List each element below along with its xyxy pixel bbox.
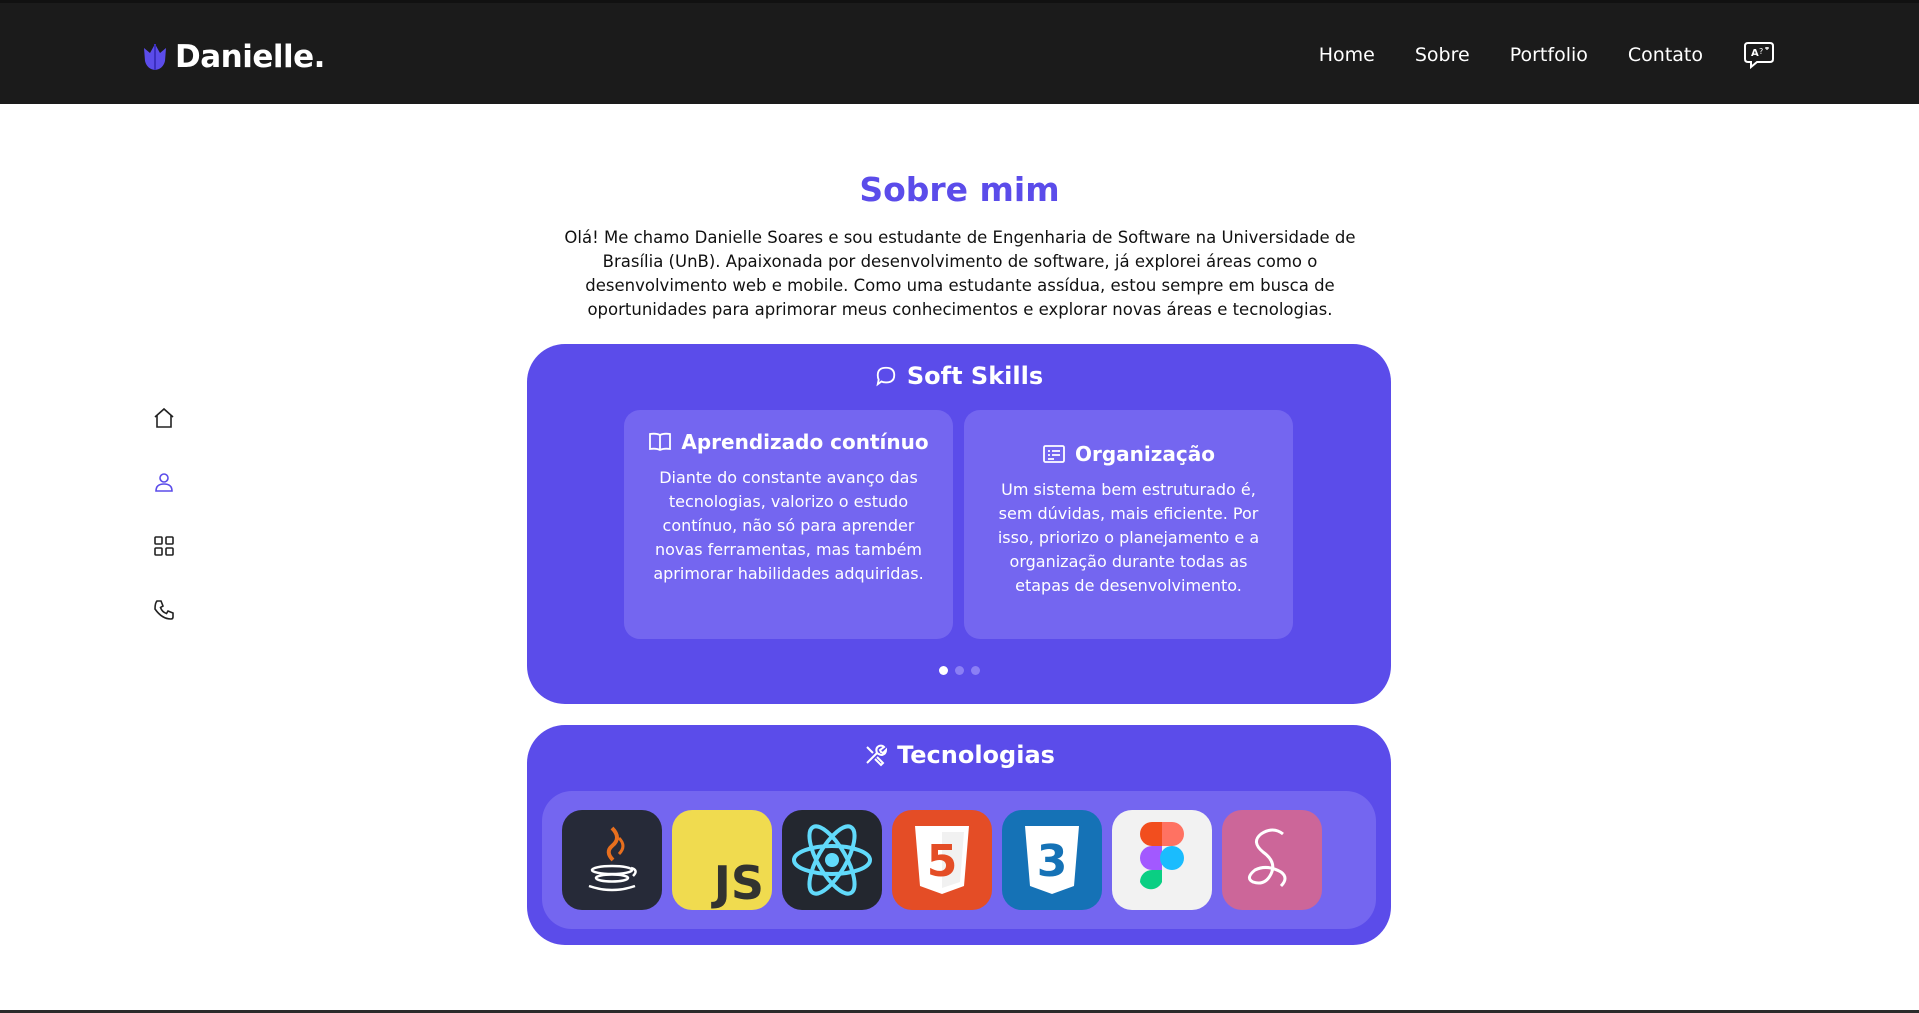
skill-card-title: Organização xyxy=(1075,442,1215,466)
technologies-card: Tecnologias JS 5 3 xyxy=(527,725,1391,945)
nav-contato[interactable]: Contato xyxy=(1628,44,1703,66)
brand-name: Danielle. xyxy=(175,39,325,75)
book-icon xyxy=(649,432,672,452)
javascript-icon-text: JS xyxy=(713,856,764,910)
side-nav-home[interactable] xyxy=(150,404,178,432)
page-title: Sobre mim xyxy=(859,170,1060,209)
carousel-dot[interactable] xyxy=(938,666,948,675)
html5-icon: 5 xyxy=(892,810,992,910)
figma-icon xyxy=(1112,810,1212,910)
javascript-icon: JS xyxy=(672,810,772,910)
side-nav-contact[interactable] xyxy=(150,596,178,624)
sass-icon xyxy=(1222,810,1322,910)
user-icon xyxy=(155,473,173,492)
chat-bubble-icon xyxy=(876,366,896,387)
side-nav xyxy=(150,404,178,624)
soft-skills-card: Soft Skills Aprendizado contínuo Diante … xyxy=(527,344,1391,704)
java-icon xyxy=(562,810,662,910)
list-card-icon xyxy=(1043,445,1065,463)
home-icon xyxy=(154,407,174,428)
skill-card-body: Um sistema bem estruturado é, sem dúvida… xyxy=(997,480,1260,595)
nav-home[interactable]: Home xyxy=(1319,44,1375,66)
svg-text:?: ? xyxy=(1759,47,1763,56)
nav-sobre[interactable]: Sobre xyxy=(1415,44,1470,66)
skill-card: Aprendizado contínuo Diante do constante… xyxy=(624,410,953,639)
technologies-title-text: Tecnologias xyxy=(897,741,1055,769)
css3-icon: 3 xyxy=(1002,810,1102,910)
html5-icon-text: 5 xyxy=(927,836,958,887)
skill-card-title: Aprendizado contínuo xyxy=(681,430,929,454)
main-nav: Home Sobre Portfolio Contato A ? xyxy=(1319,41,1919,70)
skill-card-header: Organização xyxy=(986,442,1271,466)
skill-card-header: Aprendizado contínuo xyxy=(646,430,931,454)
carousel-pagination xyxy=(527,666,1391,675)
translate-icon[interactable]: A ? xyxy=(1743,41,1775,70)
tulip-icon xyxy=(144,44,166,70)
side-nav-portfolio[interactable] xyxy=(150,532,178,560)
css3-icon-text: 3 xyxy=(1037,836,1068,887)
nav-portfolio[interactable]: Portfolio xyxy=(1510,44,1588,66)
soft-skills-title-text: Soft Skills xyxy=(906,362,1044,390)
phone-icon xyxy=(154,600,174,620)
carousel-dot[interactable] xyxy=(954,666,964,675)
react-icon xyxy=(782,810,882,910)
technologies-list: JS 5 3 xyxy=(542,791,1376,929)
carousel-dot[interactable] xyxy=(970,666,980,675)
tools-icon xyxy=(866,744,888,767)
skill-card-body: Diante do constante avanço das tecnologi… xyxy=(653,468,924,583)
technologies-title: Tecnologias xyxy=(527,741,1391,769)
top-header: Danielle. Home Sobre Portfolio Contato A… xyxy=(0,0,1919,104)
brand-logo[interactable]: Danielle. xyxy=(141,39,325,75)
soft-skills-title: Soft Skills xyxy=(527,362,1391,390)
skill-card: Organização Um sistema bem estruturado é… xyxy=(964,410,1293,639)
side-nav-about[interactable] xyxy=(150,468,178,496)
grid-icon xyxy=(154,536,174,556)
svg-text:A: A xyxy=(1751,48,1759,59)
about-intro: Olá! Me chamo Danielle Soares e sou estu… xyxy=(564,228,1356,319)
